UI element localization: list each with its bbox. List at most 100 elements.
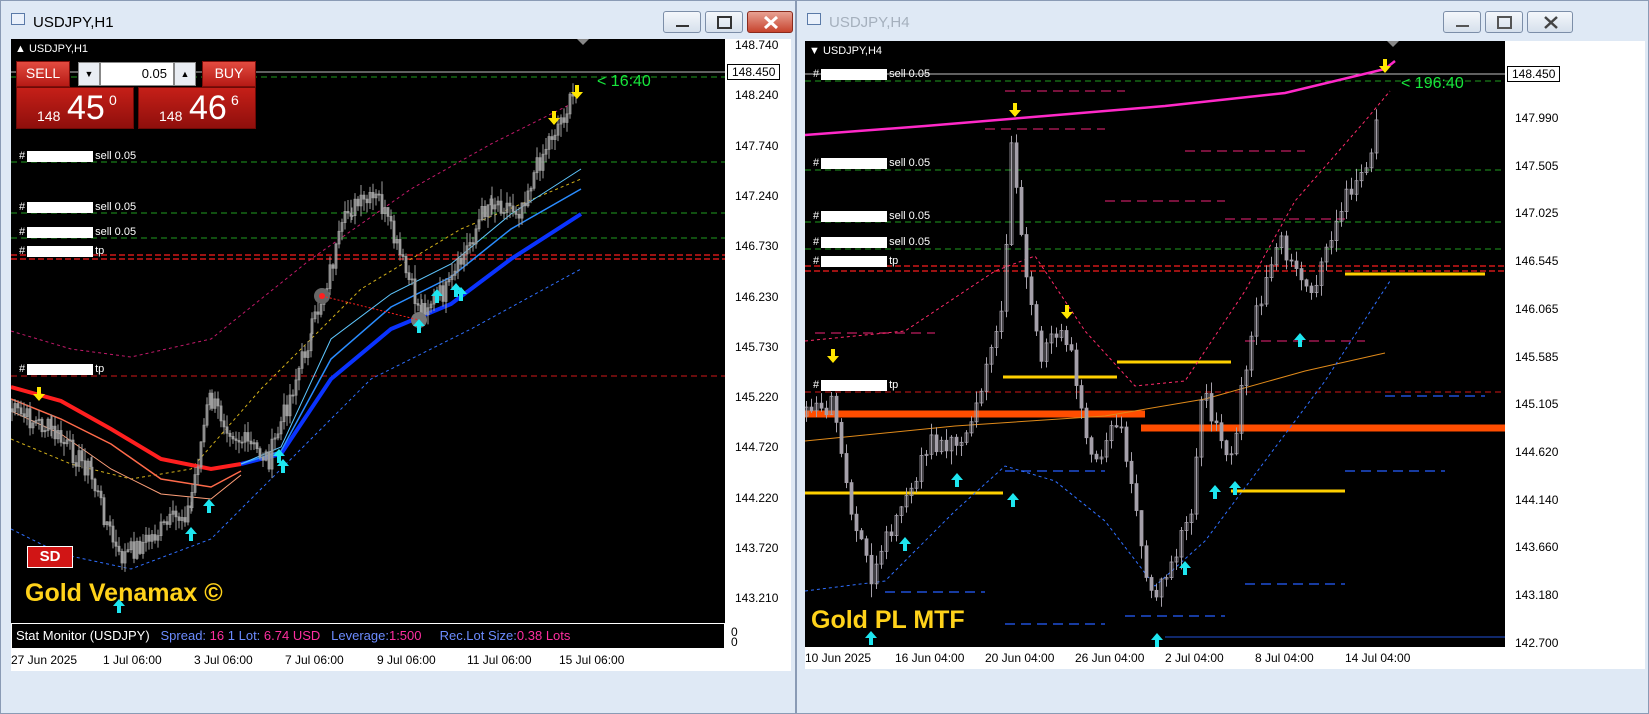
sell-button[interactable]: SELL [16,61,70,87]
buy-signal-arrow-icon [1179,561,1191,575]
sell-price-prefix: 148 [37,108,61,124]
price-candle [1299,268,1304,281]
close-button[interactable] [1527,11,1573,33]
price-candle [267,451,271,470]
lot-decrease-button[interactable]: ▼ [78,62,100,86]
window-titlebar[interactable]: USDJPY,H4 [797,1,1648,37]
minimize-button[interactable] [1443,11,1481,33]
price-tick-label: 144.620 [1515,444,1559,459]
rec-lot-value: 0.38 Lots [516,628,571,643]
sell-price-button[interactable]: 148 45 0 [16,87,134,129]
order-label[interactable]: # sell 0.05 [813,210,930,222]
price-candle [1149,577,1154,591]
chart-window-usdjpy-h1[interactable]: USDJPY,H1 ▲ USDJPY,H1 SELL ▼ 0.05 ▲ BUY … [0,0,796,714]
price-tick-label: 145.220 [735,390,779,405]
price-candle [538,157,542,171]
price-candle [380,194,384,215]
price-candle [398,238,402,256]
price-candle [59,430,63,443]
order-label[interactable]: # sell 0.05 [19,201,136,213]
time-tick-label: 15 Jul 06:00 [559,653,625,667]
order-label[interactable]: # sell 0.05 [813,157,930,169]
time-tick-label: 3 Jul 06:00 [194,653,253,667]
window-titlebar[interactable]: USDJPY,H1 [1,1,795,37]
price-candle [1094,453,1099,460]
price-tick-label: 147.740 [735,138,779,153]
price-candle [404,255,408,274]
price-tick-label: 144.140 [1515,492,1559,507]
price-tick-label: 146.730 [735,239,779,254]
price-tick-label: 148.740 [735,38,779,52]
price-candle [389,215,393,222]
price-candle [19,407,23,415]
price-candle [291,394,295,397]
lot-increase-button[interactable]: ▲ [174,62,196,86]
buy-button[interactable]: BUY [202,61,256,87]
time-axis[interactable]: 10 Jun 2025 16 Jun 04:00 20 Jun 04:00 26 Ju… [805,647,1645,669]
price-candle [1144,545,1149,578]
order-label[interactable]: # tp [19,363,104,375]
time-axis[interactable]: 27 Jun 2025 1 Jul 06:00 3 Jul 06:00 7 Jul 0… [11,649,791,671]
price-candle [174,510,178,518]
price-candle [423,303,427,315]
price-candle [96,490,100,493]
price-candle [237,440,241,443]
order-label[interactable]: # sell 0.05 [19,226,136,238]
price-candle [147,534,151,542]
price-candle [1129,460,1134,484]
bar-timer: < 16:40 [597,73,651,90]
price-tick-label: 145.730 [735,339,779,354]
price-candle [934,434,939,453]
maximize-button[interactable] [705,11,743,33]
price-candle [1034,304,1039,332]
buy-price-pips: 46 [189,89,227,127]
price-candle [1219,422,1224,442]
price-candle [255,442,259,450]
sell-price-fraction: 0 [109,92,117,108]
price-tick-label: 143.210 [735,591,779,606]
price-candle [132,541,136,559]
price-candle [1014,142,1019,188]
lot-size-input[interactable]: 0.05 [100,62,174,86]
order-label[interactable]: # sell 0.05 [813,68,930,80]
indicator-watermark: Gold PL MTF [811,606,965,634]
order-label[interactable]: # sell 0.05 [19,150,136,162]
buy-signal-arrow-icon [1209,485,1221,499]
price-axis[interactable]: 148.740 148.240 147.740 147.240 146.730 146.2… [725,38,791,656]
maximize-button[interactable] [1485,11,1523,33]
minimize-button[interactable] [663,11,701,33]
price-candle [441,285,445,302]
order-label[interactable]: # tp [813,379,898,391]
price-candle [183,517,187,523]
price-axis[interactable]: 147.990 147.505 147.025 146.545 146.065 145.5… [1505,41,1645,650]
buy-price-button[interactable]: 148 46 6 [138,87,256,129]
price-tick-label: 146.065 [1515,301,1559,316]
order-label[interactable]: # sell 0.05 [813,236,930,248]
window-title: USDJPY,H1 [33,14,114,31]
one-click-trading-panel: SELL ▼ 0.05 ▲ BUY 148 45 0 148 46 6 [16,61,256,131]
price-candle [1079,385,1084,409]
price-tick-label: 147.990 [1515,111,1559,125]
price-candle [401,254,405,257]
price-chart-h1[interactable]: ▲ USDJPY,H1 SELL ▼ 0.05 ▲ BUY 148 45 0 1… [11,39,725,623]
order-label[interactable]: # tp [813,255,898,267]
price-candle [889,531,894,537]
close-button[interactable] [747,11,793,33]
chart-window-usdjpy-h4[interactable]: USDJPY,H4 ▼ USDJPY,H4 # sell 0.05 # sell 0… [796,0,1649,714]
price-candle [1309,285,1314,293]
chart-window-icon [807,13,821,25]
price-candle [1024,234,1029,278]
sell-price-pips: 45 [67,89,105,127]
time-tick-label: 20 Jun 04:00 [985,651,1055,665]
price-chart-h4[interactable]: ▼ USDJPY,H4 # sell 0.05 # sell 0.05 # sell … [805,41,1505,647]
bar-timer: < 196:40 [1401,75,1464,92]
price-tick-label: 148.240 [735,88,779,103]
price-candle [210,392,214,409]
price-candle [249,440,253,445]
order-label[interactable]: # tp [19,245,104,257]
buy-signal-arrow-icon [185,527,197,541]
price-candle [303,351,307,358]
price-candle [1074,349,1079,386]
time-tick-label: 9 Jul 06:00 [377,653,436,667]
price-candle [1029,276,1034,305]
